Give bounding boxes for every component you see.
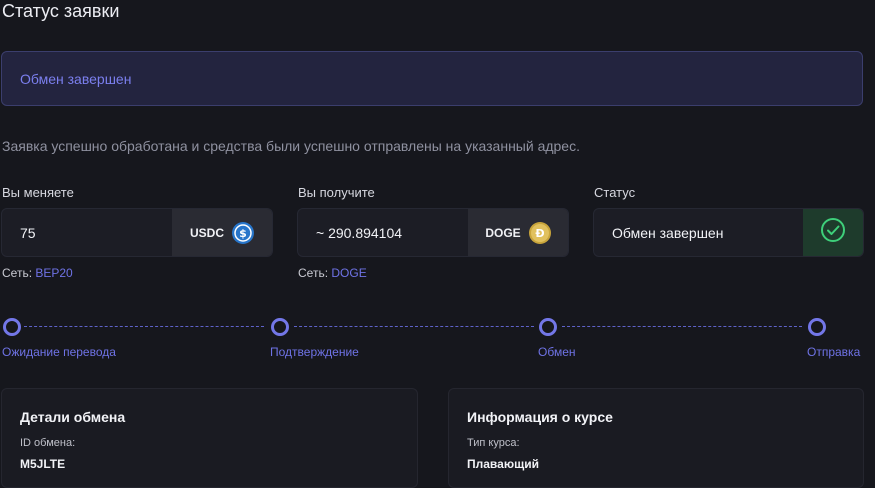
step-dot — [808, 318, 826, 336]
send-network-label: Сеть: — [2, 266, 33, 280]
progress-connector — [24, 326, 264, 327]
send-label: Вы меняете — [2, 185, 74, 200]
send-amount: 75 — [20, 225, 36, 241]
exchange-details-card: Детали обмена ID обмена: M5JLTE — [1, 388, 418, 488]
status-banner-text: Обмен завершен — [20, 71, 132, 87]
exchange-id-label: ID обмена: — [20, 437, 76, 449]
send-currency: USDC $ — [172, 209, 272, 256]
page-title: Статус заявки — [2, 1, 120, 21]
exchange-details-title: Детали обмена — [20, 409, 126, 425]
step-dot — [271, 318, 289, 336]
doge-coin-icon: Ð — [528, 221, 551, 244]
step-dot — [3, 318, 21, 336]
send-amount-box: 75 USDC $ — [1, 208, 273, 257]
step-label: Обмен — [538, 345, 576, 359]
receive-network: Сеть: DOGE — [298, 266, 367, 280]
send-network-link[interactable]: BEP20 — [35, 266, 72, 280]
receive-currency: DOGE Ð — [468, 209, 568, 256]
svg-text:Ð: Ð — [535, 227, 544, 240]
status-banner: Обмен завершен — [1, 51, 863, 106]
rate-type-value: Плавающий — [467, 457, 539, 471]
check-circle-icon — [820, 217, 846, 248]
exchange-id-value: M5JLTE — [20, 457, 66, 471]
progress-connector — [294, 326, 534, 327]
rate-info-title: Информация о курсе — [467, 409, 613, 425]
step-dot — [539, 318, 557, 336]
usdc-coin-icon: $ — [232, 221, 254, 244]
rate-info-card: Информация о курсе Тип курса: Плавающий — [448, 388, 864, 488]
status-description: Заявка успешно обработана и средства был… — [2, 138, 580, 154]
status-value: Обмен завершен — [612, 225, 724, 241]
progress-connector — [562, 326, 802, 327]
status-indicator — [803, 209, 863, 256]
send-network: Сеть: BEP20 — [2, 266, 73, 280]
receive-amount: ~ 290.894104 — [316, 225, 403, 241]
send-currency-code: USDC — [189, 225, 224, 240]
status-label: Статус — [594, 185, 636, 200]
progress-steps: Ожидание перевода Подтверждение Обмен От… — [0, 315, 875, 365]
receive-amount-box: ~ 290.894104 DOGE Ð — [297, 208, 569, 257]
receive-currency-code: DOGE — [485, 225, 521, 240]
status-box: Обмен завершен — [593, 208, 864, 257]
receive-network-label: Сеть: — [298, 266, 329, 280]
receive-label: Вы получите — [298, 185, 375, 200]
rate-type-label: Тип курса: — [467, 437, 520, 449]
step-label: Подтверждение — [270, 345, 359, 359]
svg-text:$: $ — [239, 227, 247, 240]
step-label: Отправка — [807, 345, 861, 359]
step-label: Ожидание перевода — [2, 345, 116, 359]
receive-network-link[interactable]: DOGE — [331, 266, 366, 280]
